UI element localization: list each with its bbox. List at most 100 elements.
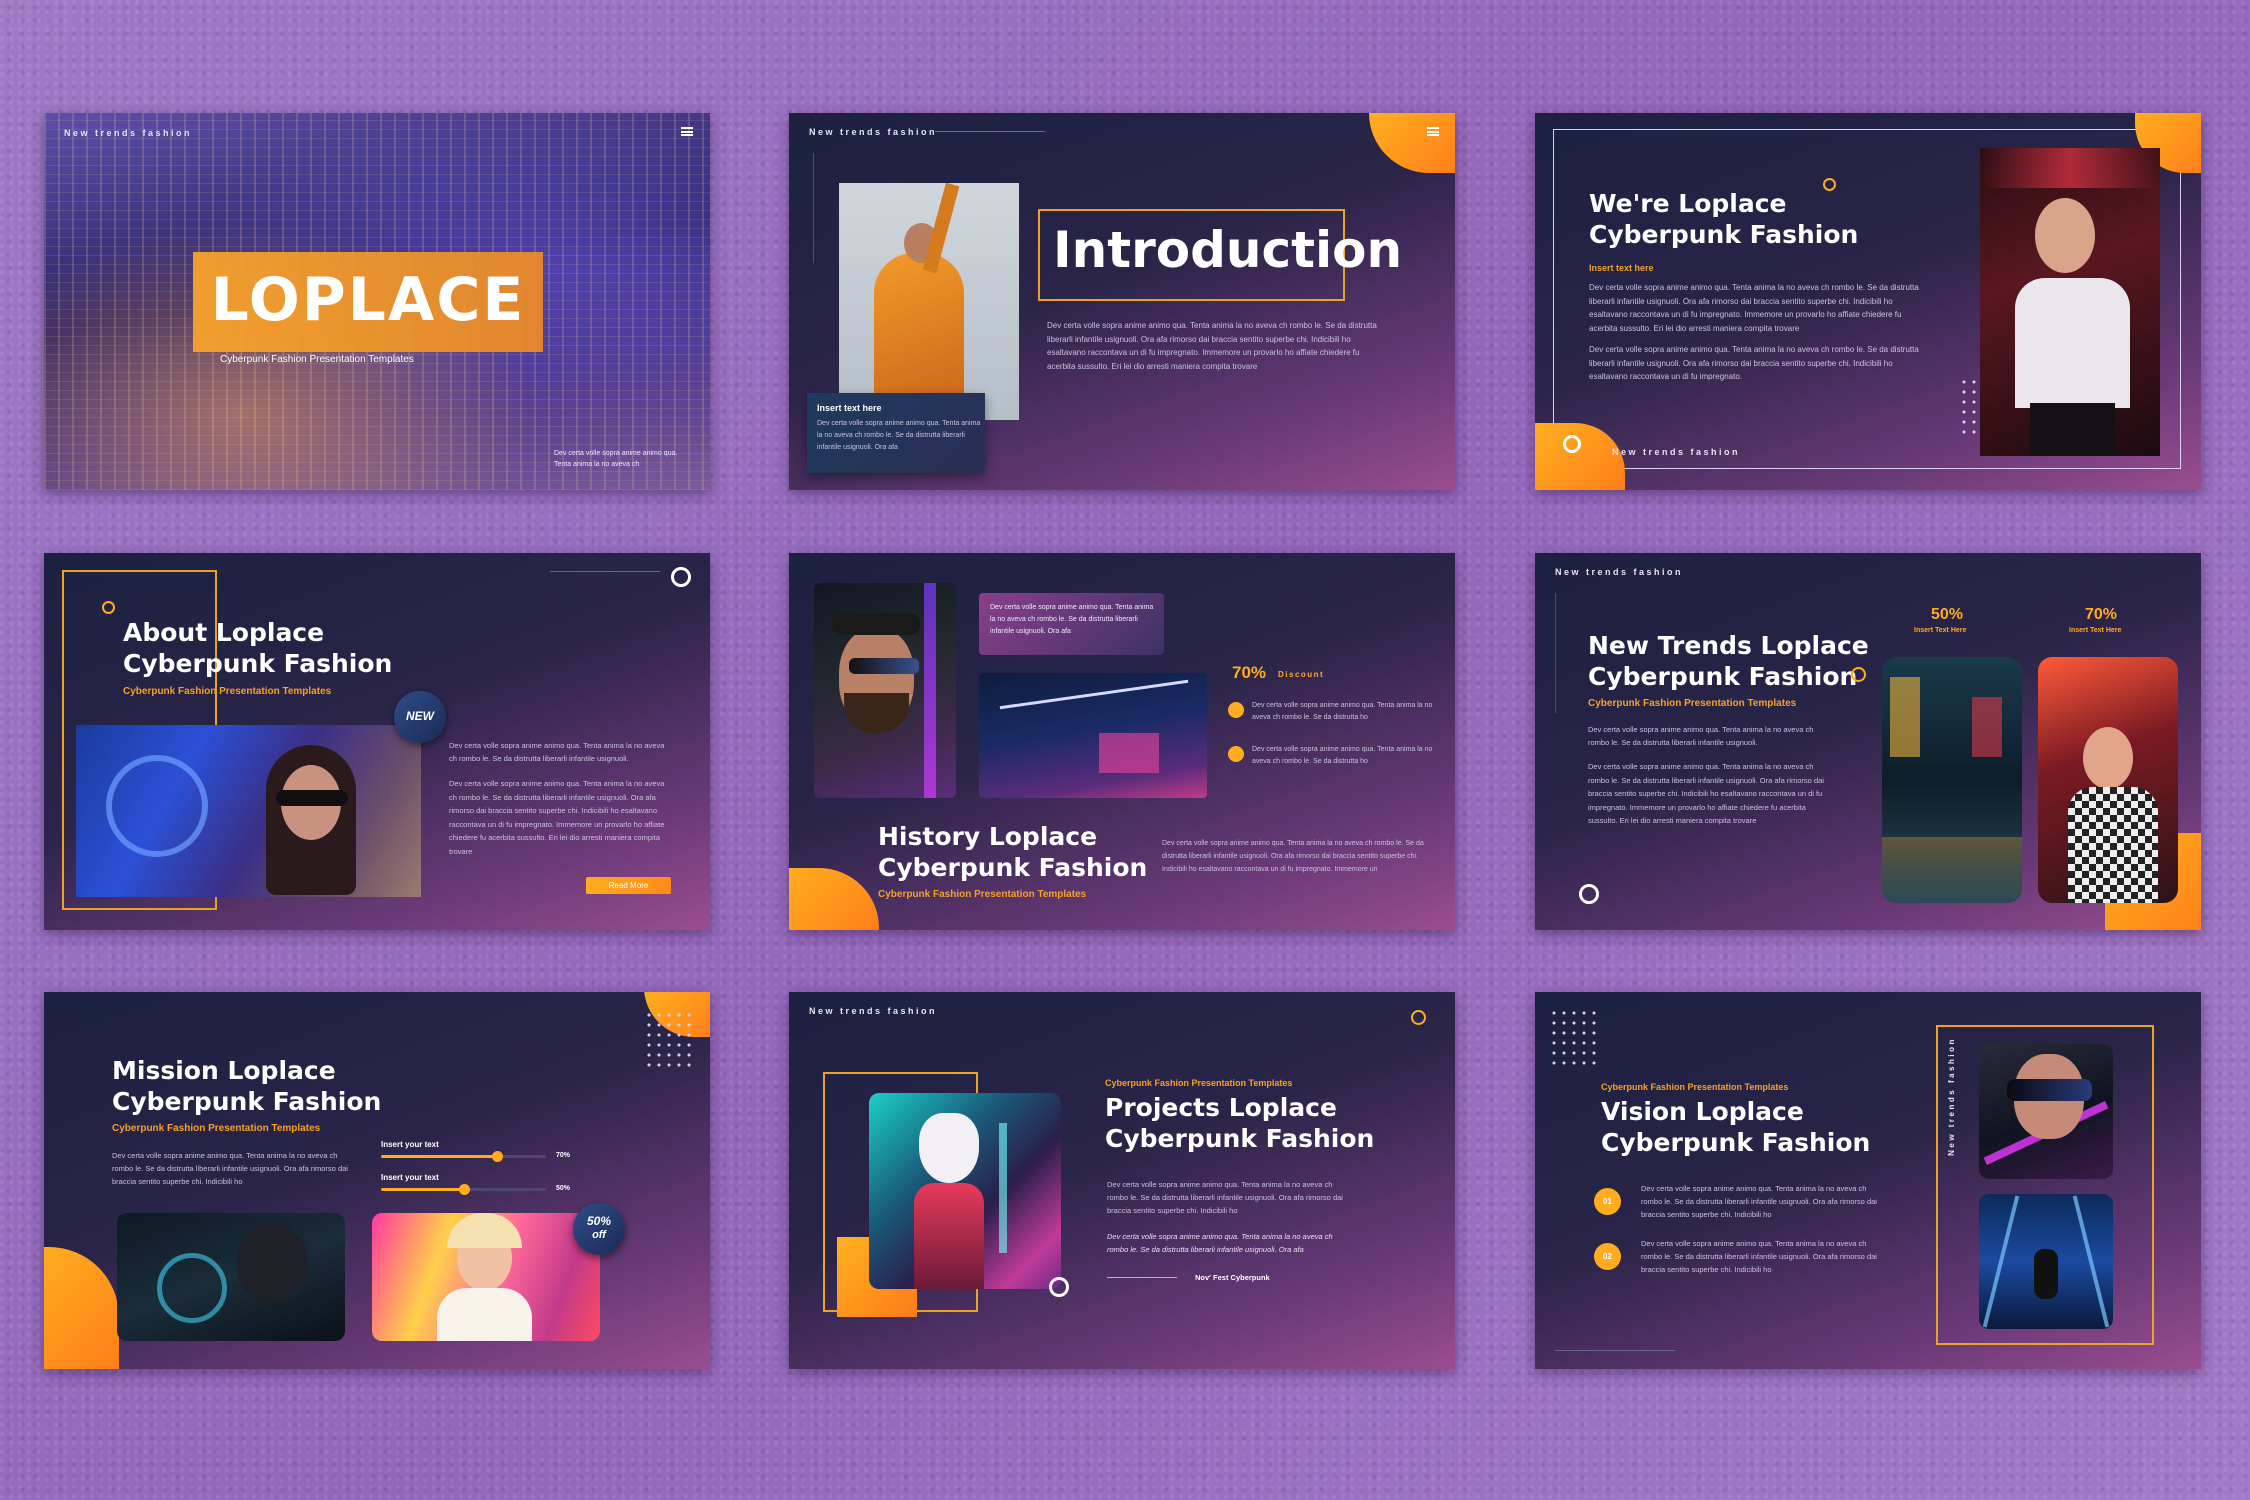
progress-knob-1[interactable] (491, 1151, 503, 1162)
history-body: Dev certa volle sopra anime animo qua. T… (1162, 840, 1424, 873)
trends-subtitle: Cyberpunk Fashion Presentation Templates (1588, 698, 1797, 709)
slide-about[interactable]: About Loplace Cyberpunk Fashion Cyberpun… (44, 553, 710, 930)
ring-icon (1563, 435, 1581, 453)
signature: Nov' Fest Cyberpunk (1195, 1273, 1270, 1282)
sale-badge-off: off (592, 1229, 606, 1241)
number-badge-1-label: 01 (1603, 1197, 1612, 1206)
trends-title-line2: Cyberpunk Fashion (1588, 662, 1858, 691)
progress-bar-2 (381, 1184, 546, 1195)
vision-item-1: Dev certa volle sopra anime animo qua. T… (1641, 1184, 1877, 1219)
left-rule (1555, 593, 1556, 713)
bearded-man-photo (814, 583, 956, 798)
were-title-line2: Cyberpunk Fashion (1589, 220, 1859, 249)
cover-corner-text: Dev certa volle sopra anime animo qua. T… (554, 450, 678, 468)
neon-girl-photo (372, 1213, 600, 1341)
model-photo (839, 183, 1019, 420)
history-title-line2: Cyberpunk Fashion (878, 853, 1148, 882)
street-night-photo (1882, 657, 2022, 903)
ring-icon-small (1851, 667, 1866, 682)
cover-subtitle: Cyberpunk Fashion Presentation Templates (220, 354, 414, 365)
were-body-1: Dev certa volle sopra anime animo qua. T… (1589, 283, 1919, 333)
menu-icon[interactable] (1427, 127, 1439, 136)
projects-title-line1: Projects Loplace (1105, 1093, 1337, 1122)
corner-blob-bottom (44, 1247, 119, 1369)
read-more-button[interactable]: Read More (586, 877, 671, 894)
cover-title: LOPLACE (210, 265, 526, 335)
stat-1-value: 50% (1931, 606, 1964, 623)
progress-bar-1 (381, 1151, 546, 1162)
bullet-dot-1 (1228, 702, 1244, 718)
signature-rule (1107, 1277, 1177, 1278)
about-body-1: Dev certa volle sopra anime animo qua. T… (449, 741, 665, 763)
escalator-photo (1979, 1194, 2113, 1329)
quote-card-text: Dev certa volle sopra anime animo qua. T… (990, 604, 1154, 635)
brand-label: New trends fashion (64, 128, 193, 138)
woman-portrait-photo (1980, 148, 2160, 456)
slide-cover[interactable]: New trends fashion LOPLACE Cyberpunk Fas… (44, 113, 710, 490)
ring-icon (1049, 1277, 1069, 1297)
corner-blob-bottom (789, 868, 879, 930)
stat-2-value: 70% (2085, 606, 2118, 623)
about-title-line1: About Loplace (123, 618, 325, 647)
slide-introduction[interactable]: New trends fashion Insert text here Dev … (789, 113, 1455, 490)
mission-subtitle: Cyberpunk Fashion Presentation Templates (112, 1123, 321, 1134)
visor-woman-photo (1979, 1044, 2113, 1179)
info-card-title: Insert text here (817, 403, 882, 413)
brand-underline (935, 131, 1045, 132)
vision-title-line2: Cyberpunk Fashion (1601, 1128, 1871, 1157)
history-subtitle: Cyberpunk Fashion Presentation Templates (878, 889, 1087, 900)
projects-body: Dev certa volle sopra anime animo qua. T… (1107, 1180, 1343, 1215)
corner-blob (1369, 113, 1455, 173)
about-body-2: Dev certa volle sopra anime animo qua. T… (449, 779, 665, 856)
slide-new-trends[interactable]: New trends fashion New Trends Loplace Cy… (1535, 553, 2201, 930)
bar-2-value: 50% (556, 1185, 571, 1192)
checkered-jacket-photo (2038, 657, 2178, 903)
ring-icon-small (1823, 178, 1836, 191)
new-badge-label: NEW (406, 709, 434, 723)
brand-label: New trends fashion (809, 127, 938, 137)
ring-icon (671, 567, 691, 587)
slide-vision[interactable]: Cyberpunk Fashion Presentation Templates… (1535, 992, 2201, 1369)
bar-2-label: Insert your text (381, 1173, 439, 1182)
trends-body-2: Dev certa volle sopra anime animo qua. T… (1588, 762, 1824, 825)
brand-label: New trends fashion (809, 1006, 938, 1016)
history-title-line1: History Loplace (878, 822, 1098, 851)
menu-icon[interactable] (681, 127, 693, 136)
about-title-line2: Cyberpunk Fashion (123, 649, 393, 678)
history-item-1: Dev certa volle sopra anime animo qua. T… (1252, 702, 1433, 721)
slide-mission[interactable]: Mission Loplace Cyberpunk Fashion Cyberp… (44, 992, 710, 1369)
progress-fill-2 (381, 1188, 464, 1191)
projects-subtitle: Cyberpunk Fashion Presentation Templates (1105, 1078, 1293, 1088)
ring-icon (1579, 884, 1599, 904)
dot-grid (644, 1010, 694, 1070)
discount-label: Discount (1278, 670, 1325, 679)
intro-title: Introduction (1053, 221, 1403, 279)
bar-1-label: Insert your text (381, 1140, 439, 1149)
fox-mask-photo (869, 1093, 1061, 1289)
intro-body: Dev certa volle sopra anime animo qua. T… (1047, 321, 1377, 371)
slide-were-loplace[interactable]: We're Loplace Cyberpunk Fashion Insert t… (1535, 113, 2201, 490)
mission-title-line2: Cyberpunk Fashion (112, 1087, 382, 1116)
slide-history[interactable]: Dev certa volle sopra anime animo qua. T… (789, 553, 1455, 930)
brand-label-vertical: New trends fashion (1946, 1037, 1956, 1156)
projects-quote: Dev certa volle sopra anime animo qua. T… (1107, 1232, 1333, 1254)
car-interior-photo (117, 1213, 345, 1341)
bullet-dot-2 (1228, 746, 1244, 762)
trends-body-1: Dev certa volle sopra anime animo qua. T… (1588, 725, 1814, 747)
about-subtitle: Cyberpunk Fashion Presentation Templates (123, 686, 332, 697)
vision-subtitle: Cyberpunk Fashion Presentation Templates (1601, 1082, 1789, 1092)
mission-title-line1: Mission Loplace (112, 1056, 336, 1085)
projects-title-line2: Cyberpunk Fashion (1105, 1124, 1375, 1153)
discount-value: 70% (1232, 663, 1267, 682)
neon-woman-photo (76, 725, 421, 897)
mission-body: Dev certa volle sopra anime animo qua. T… (112, 1151, 348, 1186)
info-card-body: Dev certa volle sopra anime animo qua. T… (817, 420, 981, 451)
ring-icon-small (102, 601, 115, 614)
stat-1-label: Insert Text Here (1914, 627, 1967, 634)
slide-projects[interactable]: New trends fashion Cyberpunk Fashion Pre… (789, 992, 1455, 1369)
brand-label: New trends fashion (1555, 567, 1684, 577)
trends-title-line1: New Trends Loplace (1588, 631, 1869, 660)
were-subtitle: Insert text here (1589, 263, 1654, 273)
dot-grid (1549, 1008, 1599, 1068)
progress-knob-2[interactable] (458, 1184, 470, 1195)
